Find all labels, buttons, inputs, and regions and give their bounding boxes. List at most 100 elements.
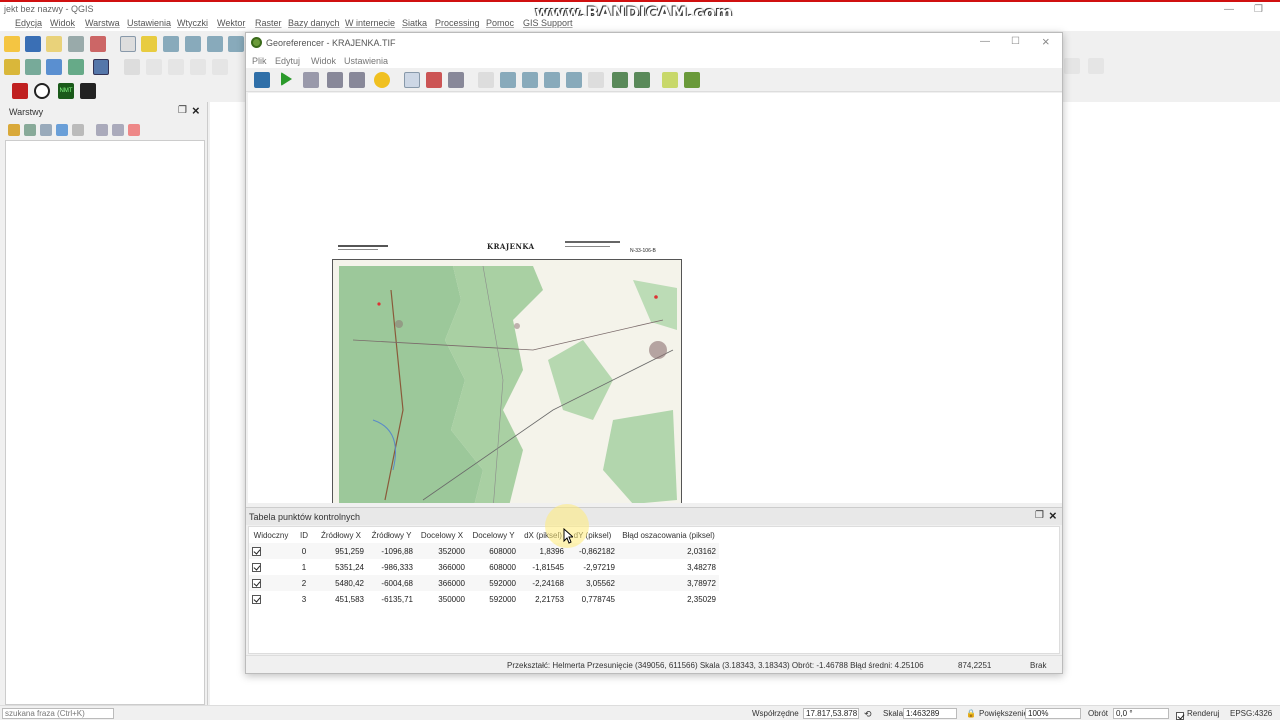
geo-maximize-icon[interactable]: ☐: [1011, 36, 1020, 47]
visible-checkbox[interactable]: [252, 594, 261, 604]
gcp-close-icon[interactable]: ×: [1049, 508, 1057, 523]
gcp-source-x[interactable]: 451,583: [315, 591, 367, 607]
menu-widok[interactable]: Widok: [50, 18, 75, 28]
geo-minimize-icon[interactable]: —: [980, 36, 990, 47]
gcp-dest-x[interactable]: 352000: [416, 543, 468, 559]
lock-icon[interactable]: 🔒: [966, 709, 976, 718]
gcp-row[interactable]: 0 951,259 -1096,88 352000 608000 1,8396 …: [249, 543, 719, 559]
style-manager-icon[interactable]: [90, 36, 106, 52]
virtual-layer-icon[interactable]: [93, 59, 109, 75]
gcp-source-x[interactable]: 5480,42: [315, 575, 367, 591]
digitize-icon[interactable]: [46, 59, 62, 75]
gcp-dest-y[interactable]: 608000: [468, 543, 519, 559]
menu-pomoc[interactable]: Pomoc: [486, 18, 514, 28]
visible-checkbox[interactable]: [252, 562, 261, 572]
locator-search-input[interactable]: szukana fraza (Ctrl+K): [2, 708, 114, 719]
visible-checkbox[interactable]: [252, 578, 261, 588]
geo-zoom-next-icon[interactable]: [588, 72, 604, 88]
geo-menu-widok[interactable]: Widok: [311, 56, 336, 66]
manage-visibility-icon[interactable]: [40, 124, 52, 136]
menu-edycja[interactable]: Edycja: [15, 18, 42, 28]
close-icon[interactable]: ×: [192, 103, 200, 118]
load-gcp-icon[interactable]: [327, 72, 343, 88]
add-group-icon[interactable]: [24, 124, 36, 136]
zoom-out-icon[interactable]: [185, 36, 201, 52]
start-georeferencing-icon[interactable]: [281, 72, 292, 86]
geo-crs-status[interactable]: Brak: [1030, 661, 1046, 670]
crs-button[interactable]: EPSG:4326: [1230, 709, 1272, 718]
menu-siatka[interactable]: Siatka: [402, 18, 427, 28]
gcp-source-y[interactable]: -6004,68: [367, 575, 416, 591]
gcp-source-y[interactable]: -1096,88: [367, 543, 416, 559]
add-vector-icon[interactable]: [4, 59, 20, 75]
generate-gdal-script-icon[interactable]: [303, 72, 319, 88]
menu-wektor[interactable]: Wektor: [217, 18, 245, 28]
layers-tree[interactable]: [5, 140, 205, 705]
gcp-dest-x[interactable]: 350000: [416, 591, 468, 607]
gcp-source-x[interactable]: 951,259: [315, 543, 367, 559]
magnifier-field[interactable]: 100%: [1025, 708, 1081, 719]
col-dest-y[interactable]: Docelowy Y: [468, 527, 519, 543]
pan-icon[interactable]: [120, 36, 136, 52]
col-residual[interactable]: Błąd oszacowania (piksel): [618, 527, 719, 543]
pan-to-selection-icon[interactable]: [141, 36, 157, 52]
layers-stack-icon[interactable]: [80, 83, 96, 99]
save-edits-icon[interactable]: [168, 59, 184, 75]
geo-zoom-last-icon[interactable]: [566, 72, 582, 88]
add-point-icon[interactable]: [404, 72, 420, 88]
new-project-icon[interactable]: [46, 36, 62, 52]
histogram-stretch-icon[interactable]: [662, 72, 678, 88]
add-feature-icon[interactable]: [190, 59, 206, 75]
scale-field[interactable]: 1:463289: [903, 708, 957, 719]
gcp-row[interactable]: 2 5480,42 -6004,68 366000 592000 -2,2416…: [249, 575, 719, 591]
menu-raster[interactable]: Raster: [255, 18, 282, 28]
link-geo-to-qgis-icon[interactable]: [612, 72, 628, 88]
nmt-plugin-icon[interactable]: NMT: [58, 83, 74, 99]
remove-layer-icon[interactable]: [128, 124, 140, 136]
move-gcp-icon[interactable]: [448, 72, 464, 88]
geo-menu-edytuj[interactable]: Edytuj: [275, 56, 300, 66]
edit-pencil-icon[interactable]: [146, 59, 162, 75]
col-dest-x[interactable]: Docelowy X: [416, 527, 468, 543]
menu-w-internecie[interactable]: W internecie: [345, 18, 395, 28]
minimize-icon[interactable]: —: [1224, 4, 1234, 15]
zoom-layer-icon[interactable]: [228, 36, 244, 52]
gcp-dest-x[interactable]: 366000: [416, 559, 468, 575]
save-icon[interactable]: [25, 36, 41, 52]
geo-zoom-out-icon[interactable]: [522, 72, 538, 88]
toggle-editing-icon[interactable]: [124, 59, 140, 75]
geo-zoom-layer-icon[interactable]: [544, 72, 560, 88]
menu-gis-support[interactable]: GIS Support: [523, 18, 573, 28]
col-source-x[interactable]: Źródłowy X: [315, 527, 367, 543]
menu-processing[interactable]: Processing: [435, 18, 480, 28]
geo-pan-icon[interactable]: [478, 72, 494, 88]
float-icon[interactable]: ❐: [178, 105, 187, 116]
menu-warstwa[interactable]: Warstwa: [85, 18, 120, 28]
open-raster-icon[interactable]: [254, 72, 270, 88]
coords-field[interactable]: 17.817,53.878: [803, 708, 859, 719]
georeferencer-canvas[interactable]: KRAJENKA N-33-106-B: [248, 93, 1062, 503]
geo-menu-ustawienia[interactable]: Ustawienia: [344, 56, 388, 66]
gcp-row[interactable]: 3 451,583 -6135,71 350000 592000 2,21753…: [249, 591, 719, 607]
col-id[interactable]: ID: [293, 527, 315, 543]
col-visible[interactable]: Widoczny: [249, 527, 293, 543]
gcp-source-y[interactable]: -986,333: [367, 559, 416, 575]
gcp-row[interactable]: 1 5351,24 -986,333 366000 608000 -1,8154…: [249, 559, 719, 575]
zoom-full-icon[interactable]: [207, 36, 223, 52]
col-source-y[interactable]: Źródłowy Y: [367, 527, 416, 543]
collapse-all-icon[interactable]: [112, 124, 124, 136]
local-histogram-icon[interactable]: [684, 72, 700, 88]
gcp-source-y[interactable]: -6135,71: [367, 591, 416, 607]
gcp-dest-y[interactable]: 592000: [468, 575, 519, 591]
menu-ustawienia[interactable]: Ustawienia: [127, 18, 171, 28]
open-styling-icon[interactable]: [8, 124, 20, 136]
filter-legend-icon[interactable]: [72, 124, 84, 136]
menu-wtyczki[interactable]: Wtyczki: [177, 18, 208, 28]
link-qgis-to-geo-icon[interactable]: [634, 72, 650, 88]
add-layer-icon[interactable]: [25, 59, 41, 75]
transformation-settings-icon[interactable]: [374, 72, 390, 88]
delete-feature-icon[interactable]: [212, 59, 228, 75]
locate-icon[interactable]: [34, 83, 50, 99]
toolbar-faint-icon[interactable]: [1064, 58, 1080, 74]
gcp-float-icon[interactable]: ❐: [1035, 510, 1044, 521]
